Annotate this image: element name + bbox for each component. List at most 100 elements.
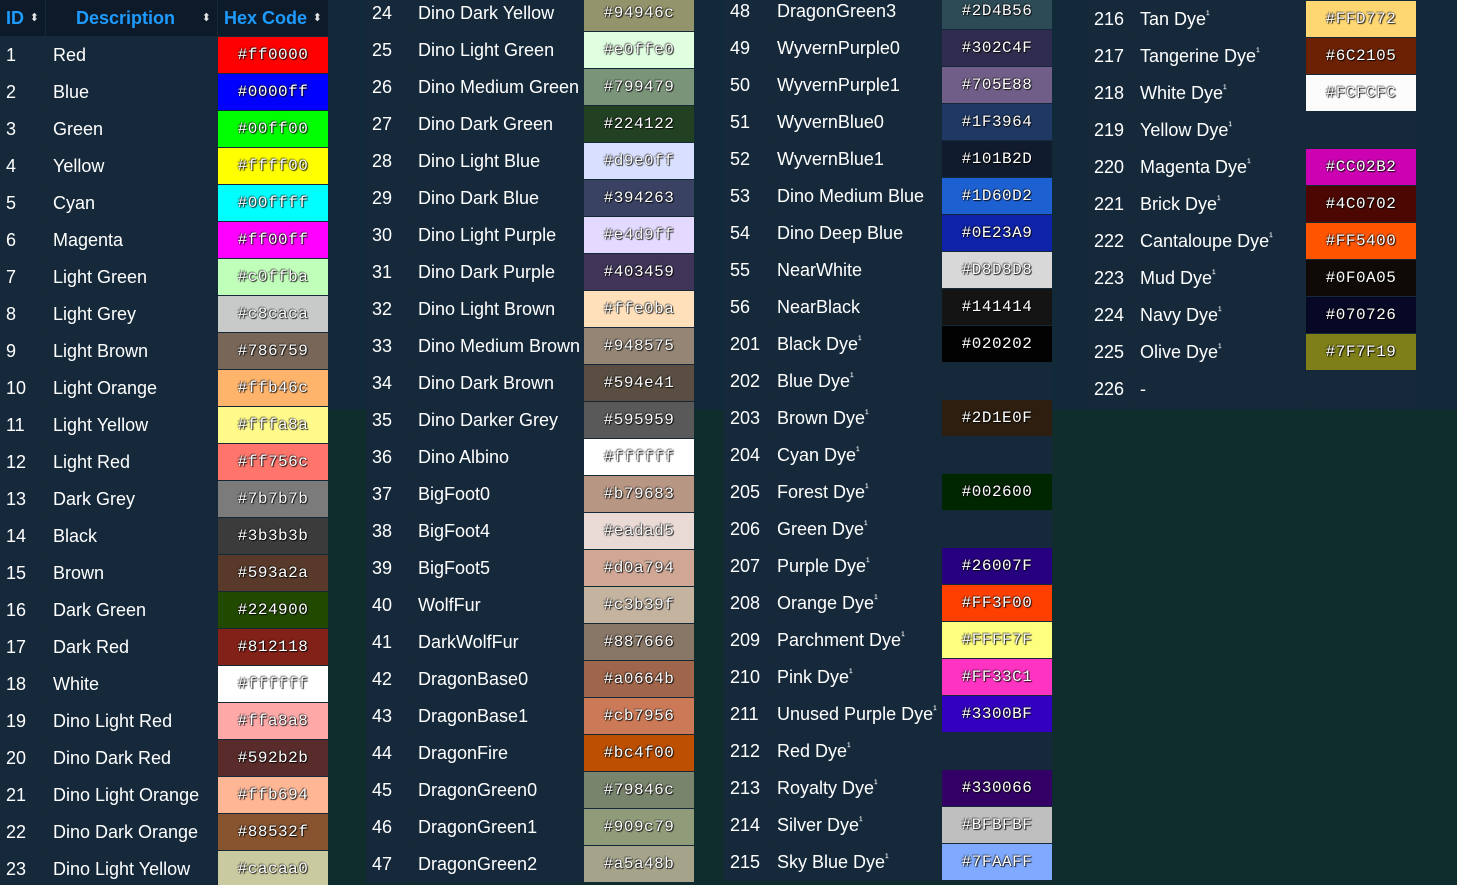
row-id: 48 <box>724 0 769 29</box>
header-description[interactable]: Description ⬍ <box>46 0 217 36</box>
row-description-text: DragonGreen1 <box>418 817 538 837</box>
row-description-text: Dino Dark Green <box>418 114 554 134</box>
header-id[interactable]: ID ⬍ <box>0 0 45 36</box>
row-description: Magenta Dye¹ <box>1133 149 1305 185</box>
row-description: Dino Dark Green <box>411 106 583 142</box>
row-id: 211 <box>724 696 769 732</box>
table-row: 6 Magenta #ff00ff <box>0 222 328 259</box>
sort-arrows-icon[interactable]: ⬍ <box>202 0 211 36</box>
row-id: 37 <box>366 476 410 512</box>
row-description: WyvernPurple0 <box>770 30 941 66</box>
row-description: Dino Light Blue <box>411 143 583 179</box>
table-row: 17 Dark Red #812118 <box>0 629 328 666</box>
row-description: Purple Dye¹ <box>770 548 941 584</box>
row-hex-swatch: #bc4f00 <box>584 735 694 771</box>
row-description-text: BigFoot0 <box>418 484 491 504</box>
row-description-text: Light Grey <box>53 304 137 324</box>
row-hex-swatch: #594e41 <box>584 365 694 401</box>
row-hex-swatch: #FFD772 <box>1306 1 1416 37</box>
dye-footnote-mark: ¹ <box>850 371 854 383</box>
row-description-text: Light Green <box>53 267 148 287</box>
table-row: 222 Cantaloupe Dye¹ #FF5400 <box>1088 223 1416 260</box>
row-description-text: WolfFur <box>418 595 481 615</box>
sort-arrows-icon[interactable]: ⬍ <box>30 0 39 36</box>
table-row: 18 White #ffffff <box>0 666 328 703</box>
row-description-text: NearBlack <box>777 297 861 317</box>
row-id: 34 <box>366 365 410 401</box>
row-description: DragonBase1 <box>411 698 583 734</box>
row-id: 50 <box>724 67 769 103</box>
dye-footnote-mark: ¹ <box>849 667 853 679</box>
table-row: 21 Dino Light Orange #ffb694 <box>0 777 328 814</box>
row-description-text: BigFoot5 <box>418 558 491 578</box>
row-hex-swatch: #fffa8a <box>218 407 328 443</box>
row-description: NearWhite <box>770 252 941 288</box>
header-hex[interactable]: Hex Code ⬍ <box>218 0 328 36</box>
row-id: 214 <box>724 807 769 843</box>
row-description-text: Sky Blue Dye <box>777 852 886 872</box>
table-row: 24 Dino Dark Yellow #94946c <box>366 0 694 32</box>
row-description-text: DragonGreen2 <box>418 854 538 874</box>
dye-footnote-mark: ¹ <box>858 334 862 346</box>
table-row: 219 Yellow Dye¹ <box>1088 112 1416 149</box>
table-row: 16 Dark Green #224900 <box>0 592 328 629</box>
table-row: 13 Dark Grey #7b7b7b <box>0 481 328 518</box>
dye-footnote-mark: ¹ <box>1256 46 1260 58</box>
row-description-text: Magenta Dye <box>1140 157 1248 177</box>
row-id: 23 <box>0 851 45 885</box>
row-description-text: BigFoot4 <box>418 521 491 541</box>
dye-footnote-mark: ¹ <box>885 852 889 864</box>
row-description-text: NearWhite <box>777 260 863 280</box>
row-id: 218 <box>1088 75 1132 111</box>
row-description: Sky Blue Dye¹ <box>770 844 941 880</box>
row-hex-swatch: #ffffff <box>584 439 694 475</box>
row-id: 3 <box>0 111 45 147</box>
table-row: 25 Dino Light Green #e0ffe0 <box>366 32 694 69</box>
row-description-text: Dino Medium Blue <box>777 186 925 206</box>
row-id: 56 <box>724 289 769 325</box>
row-description-text: Cyan Dye <box>777 445 857 465</box>
row-id: 35 <box>366 402 410 438</box>
dye-footnote-mark: ¹ <box>1218 342 1222 354</box>
row-id: 2 <box>0 74 45 110</box>
row-description-text: Orange Dye <box>777 593 875 613</box>
row-id: 15 <box>0 555 45 591</box>
row-hex-swatch: #94946c <box>584 0 694 31</box>
table-row: 226- <box>1088 371 1416 408</box>
row-id: 49 <box>724 30 769 66</box>
row-hex-swatch: #00ffff <box>218 185 328 221</box>
row-description: WyvernPurple1 <box>770 67 941 103</box>
row-description: Dino Light Purple <box>411 217 583 253</box>
row-hex-swatch: #ff0000 <box>218 37 328 73</box>
row-description: BigFoot4 <box>411 513 583 549</box>
row-description: Magenta <box>46 222 217 258</box>
row-hex-swatch: #799479 <box>584 69 694 105</box>
row-description-text: Dark Red <box>53 637 130 657</box>
row-description: BigFoot5 <box>411 550 583 586</box>
table-row: 49 WyvernPurple0 #302C4F <box>724 30 1052 67</box>
dye-footnote-mark: ¹ <box>1206 9 1210 21</box>
row-hex-swatch: #ffa8a8 <box>218 703 328 739</box>
table-row: 220 Magenta Dye¹ #CC02B2 <box>1088 149 1416 186</box>
row-hex-swatch <box>942 437 1052 473</box>
row-description-text: Dino Light Orange <box>53 785 200 805</box>
row-id: 36 <box>366 439 410 475</box>
row-hex-swatch: #592b2b <box>218 740 328 776</box>
row-description: Light Orange <box>46 370 217 406</box>
row-description-text: Black Dye <box>777 334 859 354</box>
sort-arrows-icon[interactable]: ⬍ <box>313 0 322 36</box>
row-description: Unused Purple Dye¹ <box>770 696 941 732</box>
header-id-label: ID <box>6 8 24 28</box>
row-hex-swatch: #0000ff <box>218 74 328 110</box>
table-column-4: 216 Tan Dye¹ #FFD772 217 Tangerine Dye¹ #6C21… <box>1088 1 1416 408</box>
row-id: 29 <box>366 180 410 216</box>
row-id: 6 <box>0 222 45 258</box>
row-description: NearBlack <box>770 289 941 325</box>
row-description-text: Yellow Dye <box>1140 120 1229 140</box>
row-description: DragonGreen2 <box>411 846 583 882</box>
row-description-text: Cyan <box>53 193 96 213</box>
row-description: Royalty Dye¹ <box>770 770 941 806</box>
row-description: Dino Darker Grey <box>411 402 583 438</box>
row-description: DragonGreen1 <box>411 809 583 845</box>
row-description: Light Green <box>46 259 217 295</box>
